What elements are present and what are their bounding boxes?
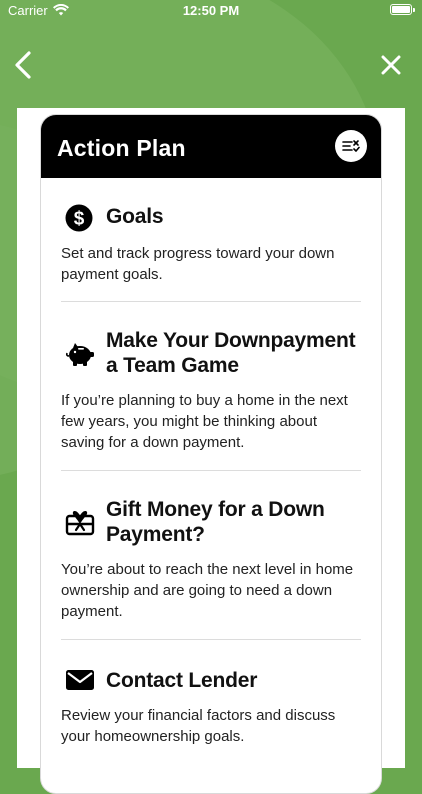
- piggy-bank-icon: [65, 340, 95, 373]
- item-title: Gift Money for a Down Payment?: [106, 498, 325, 546]
- list-item-contact-lender[interactable]: Contact Lender Review your financial fac…: [61, 640, 361, 763]
- card-title: Action Plan: [57, 135, 186, 161]
- item-header: Make Your Downpayment a Team Game: [61, 328, 361, 378]
- item-title: Make Your Downpayment a Team Game: [106, 329, 356, 377]
- list-edit-icon: [342, 140, 360, 152]
- item-title: Goals: [106, 205, 164, 228]
- item-description: You’re about to reach the next level in …: [61, 561, 354, 620]
- list-item-gift-money[interactable]: Gift Money for a Down Payment? You’re ab…: [61, 471, 361, 640]
- clock: 12:50 PM: [182, 3, 240, 18]
- back-button[interactable]: [8, 48, 40, 82]
- item-title: Contact Lender: [106, 669, 258, 692]
- battery-icon: [390, 4, 415, 15]
- item-header: $ Goals: [61, 204, 361, 232]
- close-icon: [381, 55, 401, 75]
- content-sheet: Action Plan $ Goals Set and track progre…: [17, 108, 405, 794]
- list-item-goals[interactable]: $ Goals Set and track progress toward yo…: [61, 178, 361, 302]
- edit-list-button[interactable]: [335, 130, 367, 162]
- chevron-left-icon: [15, 51, 31, 79]
- item-description: Review your financial factors and discus…: [61, 707, 336, 745]
- envelope-icon: [65, 668, 95, 697]
- list-item-team-game[interactable]: Make Your Downpayment a Team Game If you…: [61, 302, 361, 471]
- gift-card-icon: [65, 509, 95, 542]
- close-button[interactable]: [376, 50, 406, 80]
- item-header: Gift Money for a Down Payment?: [61, 497, 361, 547]
- item-header: Contact Lender: [61, 668, 361, 693]
- action-plan-card: Action Plan $ Goals Set and track progre…: [40, 114, 382, 794]
- dollar-circle-icon: $: [65, 204, 93, 237]
- card-header: Action Plan: [41, 115, 381, 178]
- status-bar: Carrier 12:50 PM: [0, 0, 422, 22]
- item-description: Set and track progress toward your down …: [61, 245, 335, 283]
- svg-text:$: $: [74, 209, 85, 230]
- item-description: If you’re planning to buy a home in the …: [61, 392, 348, 451]
